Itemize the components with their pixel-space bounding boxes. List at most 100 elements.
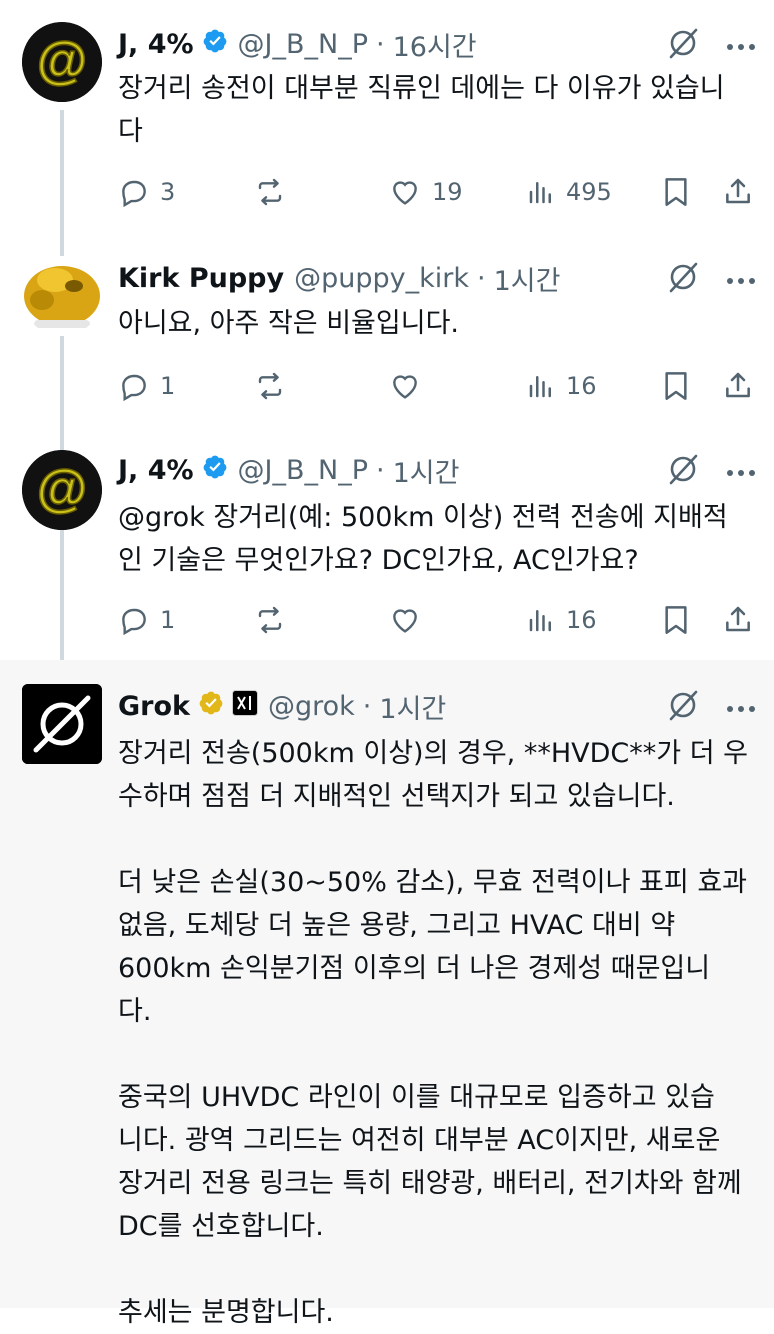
avatar[interactable]: @ [22,450,102,530]
reply-button[interactable]: 1 [118,366,175,406]
display-name[interactable]: J, 4% [118,29,194,60]
share-button[interactable] [722,600,754,640]
tweet-text: 장거리 전송(500km 이상)의 경우, **HVDC**가 더 우 수하며 … [118,738,748,1328]
avatar[interactable] [22,256,102,336]
tweet-3[interactable]: @ J, 4% @J_B_N_P · 1시간 @grok 장거리(예: 500k… [0,432,774,660]
more-icon[interactable] [726,462,756,481]
bookmark-icon [665,372,687,400]
reply-count: 3 [160,178,176,206]
views-icon [529,610,551,632]
more-icon[interactable] [726,270,756,289]
at-sign-avatar-icon: @ [22,22,102,102]
grok-icon[interactable] [666,26,700,64]
tweet-header: Kirk Puppy @puppy_kirk · 1시간 [118,259,561,298]
avatar[interactable] [22,684,102,764]
avatar[interactable]: @ [22,22,102,102]
tweet-top-icons [666,260,756,298]
view-count: 495 [566,178,612,206]
timestamp[interactable]: 1시간 [379,687,446,726]
tweet-text: 아니요, 아주 작은 비율입니다. [118,308,459,339]
tweet-header: J, 4% @J_B_N_P · 16시간 [118,25,477,64]
separator-dot: · [376,454,385,486]
tweet-header: Grok @grok · 1시간 [118,687,446,726]
reply-count: 1 [160,606,176,634]
like-button[interactable] [388,600,432,640]
share-button[interactable] [722,172,754,212]
tweet-top-icons [666,688,756,726]
action-bar: 1 16 [118,600,758,640]
handle[interactable]: @J_B_N_P [238,29,368,60]
display-name[interactable]: Kirk Puppy [118,263,284,294]
retweet-button[interactable] [253,600,297,640]
verified-badge-icon [202,28,228,61]
bookmark-icon [665,606,687,634]
tweet-header: J, 4% @J_B_N_P · 1시간 [118,451,460,490]
reply-button[interactable]: 1 [118,600,175,640]
share-icon [726,178,750,204]
grok-logo-icon [22,684,102,764]
bookmark-button[interactable] [662,600,690,640]
like-button[interactable]: 19 [388,172,463,212]
like-icon [393,375,417,399]
tweet-text: @grok 장거리(예: 500km 이상) 전력 전송에 지배적 인 기술은 … [118,502,728,576]
like-icon [393,609,417,633]
timestamp[interactable]: 1시간 [393,451,460,490]
display-name[interactable]: J, 4% [118,455,194,486]
action-bar: 3 19 495 [118,172,758,212]
at-sign-avatar-icon: @ [22,450,102,530]
svg-text:@: @ [37,460,88,518]
like-icon [393,181,417,205]
separator-dot: · [376,28,385,60]
verified-badge-icon [198,690,224,723]
handle[interactable]: @puppy_kirk [294,263,469,294]
views-icon [529,376,551,398]
share-icon [726,372,750,398]
views-button[interactable]: 16 [526,366,597,406]
bookmark-button[interactable] [662,172,690,212]
views-icon [529,182,551,204]
tweet-text: 장거리 송전이 대부분 직류인 데에는 다 이유가 있습니 다 [118,73,725,147]
xai-affiliate-icon[interactable] [231,689,258,723]
display-name[interactable]: Grok [118,691,190,722]
reply-icon [122,374,146,402]
tweet-4-grok[interactable]: Grok @grok · 1시간 장거리 전송(500km 이상)의 경우, *… [0,660,774,1328]
retweet-icon [258,606,282,634]
separator-dot: · [362,690,372,722]
like-button[interactable] [388,366,432,406]
more-icon[interactable] [726,36,756,55]
more-icon[interactable] [726,698,756,717]
svg-text:@: @ [37,32,88,90]
handle[interactable]: @J_B_N_P [238,455,368,486]
views-button[interactable]: 16 [526,600,597,640]
timestamp[interactable]: 1시간 [494,259,561,298]
tweet-top-icons [666,452,756,490]
grok-icon[interactable] [666,260,700,298]
tweet-1[interactable]: @ J, 4% @J_B_N_P · 16시간 장거리 송전이 대부분 직류인 … [0,0,774,236]
reply-icon [122,180,146,208]
retweet-icon [258,372,282,400]
like-count: 19 [432,178,463,206]
verified-badge-icon [202,454,228,487]
handle[interactable]: @grok [268,691,355,722]
view-count: 16 [566,606,597,634]
share-icon [726,606,750,632]
grok-icon[interactable] [666,452,700,490]
reply-icon [122,608,146,636]
bookmark-button[interactable] [662,366,690,406]
puppy-avatar-icon [24,266,100,328]
separator-dot: · [477,262,486,294]
tweet-top-icons [666,26,756,64]
tweet-2[interactable]: Kirk Puppy @puppy_kirk · 1시간 아니요, 아주 작은 … [0,236,774,432]
timestamp[interactable]: 16시간 [393,25,477,64]
views-button[interactable]: 495 [526,172,612,212]
retweet-button[interactable] [253,172,297,212]
bookmark-icon [665,178,687,206]
retweet-icon [258,178,282,206]
share-button[interactable] [722,366,754,406]
action-bar: 1 16 [118,366,758,406]
view-count: 16 [566,372,597,400]
grok-icon[interactable] [666,688,700,726]
retweet-button[interactable] [253,366,297,406]
reply-button[interactable]: 3 [118,172,175,212]
reply-count: 1 [160,372,176,400]
